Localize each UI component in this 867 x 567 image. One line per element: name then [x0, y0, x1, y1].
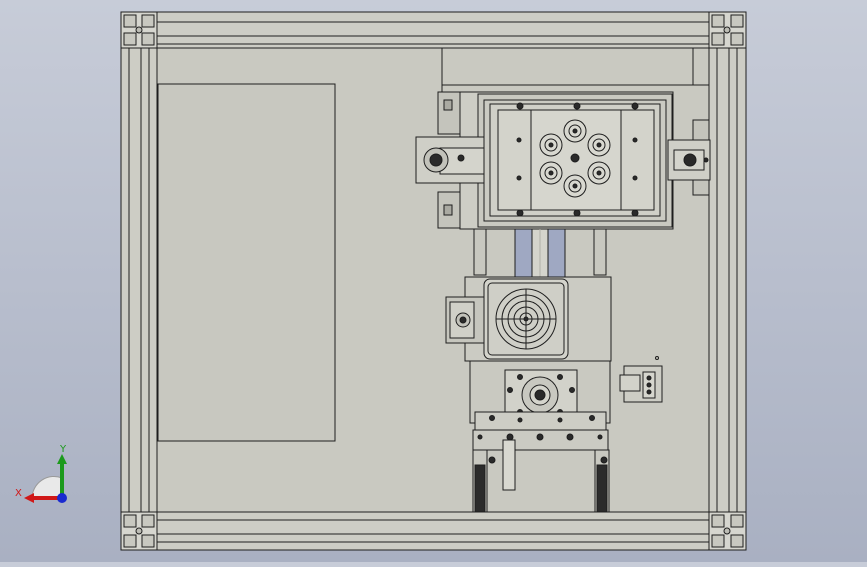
top-carriage	[459, 91, 674, 230]
left-clamp	[415, 136, 485, 184]
top-rail	[156, 11, 710, 49]
right-clamp	[667, 139, 711, 181]
corner-bottom-right	[708, 511, 747, 551]
y-axis-label: Y	[59, 444, 67, 455]
x-axis-label: X	[15, 488, 22, 499]
z-axis-dot	[57, 493, 67, 503]
cad-viewport[interactable]: Y X	[0, 0, 867, 562]
bottom-rail	[156, 511, 710, 551]
corner-bottom-left	[120, 511, 158, 551]
lower-carriage	[469, 360, 611, 431]
corner-top-right	[708, 11, 747, 49]
y-axis-head	[57, 454, 67, 464]
right-post	[708, 47, 747, 513]
left-post	[120, 47, 158, 513]
corner-top-left	[120, 11, 158, 49]
left-panel	[157, 83, 336, 442]
motor-assembly	[445, 276, 612, 362]
axis-triad: Y X	[15, 444, 67, 503]
triad-plane	[31, 475, 63, 499]
assembly-drawing	[120, 11, 747, 551]
x-axis-head	[24, 493, 34, 503]
